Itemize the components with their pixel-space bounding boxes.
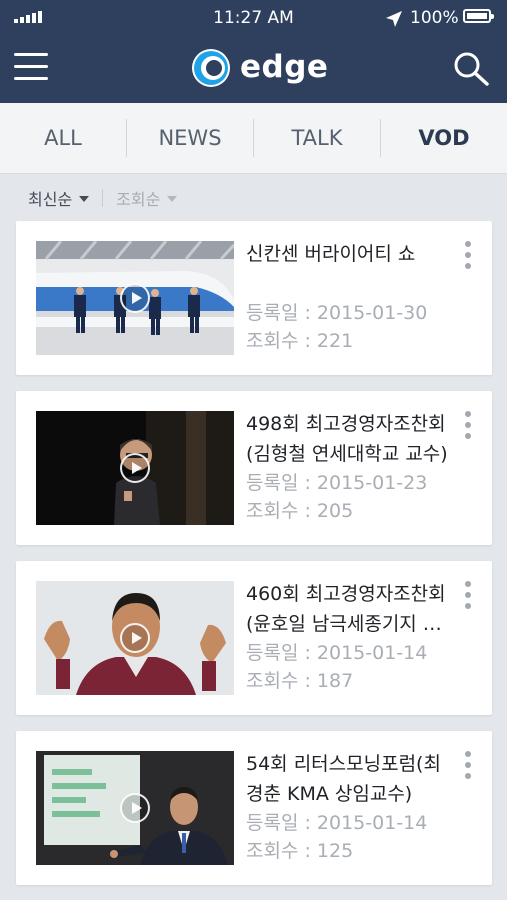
video-views: 조회수 : 221: [246, 330, 354, 352]
video-thumbnail[interactable]: [36, 411, 234, 525]
sort-views[interactable]: 조회순: [116, 186, 178, 210]
tab-vod[interactable]: VOD: [380, 119, 507, 157]
category-tabs: ALL NEWS TALK VOD: [0, 103, 507, 174]
edge-logo-icon: [192, 49, 230, 87]
video-title: 460회 최고경영자조찬회(윤호일 남극세종기지 …: [246, 583, 446, 635]
more-vertical-icon[interactable]: [464, 241, 472, 269]
tab-all[interactable]: ALL: [0, 119, 126, 157]
app-header: 11:27 AM 100% edge: [0, 0, 507, 103]
video-date: 등록일 : 2015-01-30: [246, 302, 428, 324]
sort-bar: 최신순 조회순: [28, 186, 178, 210]
video-card[interactable]: 신칸센 버라이어티 쇼 등록일 : 2015-01-30 조회수 : 221: [16, 221, 492, 375]
caret-down-icon: [167, 196, 178, 202]
caret-down-icon: [79, 196, 90, 202]
play-icon[interactable]: [120, 793, 150, 823]
tab-news[interactable]: NEWS: [126, 119, 253, 157]
battery-percent: 100%: [410, 8, 459, 28]
video-views: 조회수 : 205: [246, 500, 354, 522]
battery-icon: [463, 9, 494, 23]
more-vertical-icon[interactable]: [464, 411, 472, 439]
video-card[interactable]: 54회 리터스모닝포럼(최경춘 KMA 상임교수) 등록일 : 2015-01-…: [16, 731, 492, 885]
play-icon[interactable]: [120, 453, 150, 483]
video-title: 신칸센 버라이어티 쇼: [246, 243, 416, 265]
video-thumbnail[interactable]: [36, 751, 234, 865]
logo-text: edge: [240, 49, 329, 85]
video-card[interactable]: 460회 최고경영자조찬회(윤호일 남극세종기지 … 등록일 : 2015-01…: [16, 561, 492, 715]
more-vertical-icon[interactable]: [464, 751, 472, 779]
sort-divider: [102, 189, 104, 207]
status-bar: 11:27 AM 100%: [0, 0, 507, 36]
tab-talk[interactable]: TALK: [253, 119, 380, 157]
more-vertical-icon[interactable]: [464, 581, 472, 609]
video-title: 54회 리터스모닝포럼(최경춘 KMA 상임교수): [246, 753, 441, 805]
sort-latest[interactable]: 최신순: [28, 186, 90, 210]
menu-icon[interactable]: [14, 53, 48, 81]
play-icon[interactable]: [120, 623, 150, 653]
app-logo: edge: [191, 48, 331, 88]
sort-views-label: 조회순: [116, 190, 161, 209]
video-date: 등록일 : 2015-01-14: [246, 812, 428, 834]
search-icon[interactable]: [452, 51, 490, 87]
location-arrow-icon: [386, 11, 402, 27]
video-views: 조회수 : 187: [246, 670, 354, 692]
video-date: 등록일 : 2015-01-23: [246, 472, 428, 494]
play-icon[interactable]: [120, 283, 150, 313]
video-date: 등록일 : 2015-01-14: [246, 642, 428, 664]
video-thumbnail[interactable]: [36, 581, 234, 695]
video-card[interactable]: 498회 최고경영자조찬회(김형철 연세대학교 교수) 등록일 : 2015-0…: [16, 391, 492, 545]
video-thumbnail[interactable]: [36, 241, 234, 355]
video-views: 조회수 : 125: [246, 840, 354, 862]
sort-latest-label: 최신순: [28, 190, 73, 209]
video-title: 498회 최고경영자조찬회(김형철 연세대학교 교수): [246, 413, 448, 465]
